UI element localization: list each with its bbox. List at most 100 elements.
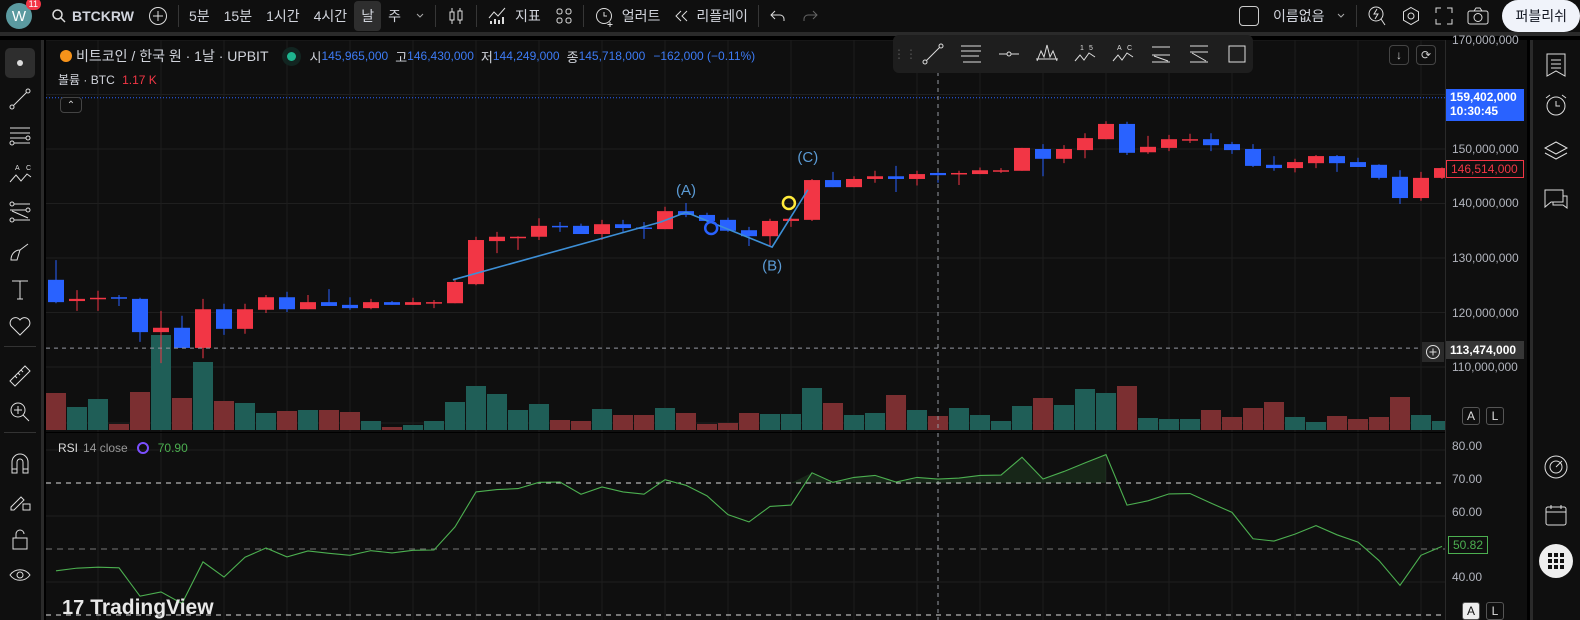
projection-button[interactable]: [1145, 39, 1177, 69]
forecast-tool[interactable]: [6, 198, 34, 226]
templates-button[interactable]: [548, 0, 580, 34]
zoom-in-tool[interactable]: [6, 398, 34, 426]
pattern-tool[interactable]: AC: [6, 160, 34, 188]
volume-bar: [970, 415, 990, 430]
hide-drawings-tool[interactable]: [6, 562, 34, 590]
screenshot-button[interactable]: [1460, 0, 1496, 34]
candle-body: [321, 302, 337, 306]
trend-line-tool[interactable]: [6, 85, 34, 113]
rsi-log-scale-button[interactable]: L: [1486, 602, 1504, 620]
lock-all-tool[interactable]: [6, 525, 34, 553]
price-chart-pane[interactable]: (A) (B) (C): [46, 40, 1445, 432]
scroll-to-latest-button[interactable]: ↓: [1389, 45, 1409, 65]
fib-button[interactable]: [955, 39, 987, 69]
timeframe-4h[interactable]: 4시간: [307, 0, 355, 34]
candle-body: [1413, 177, 1429, 199]
signals-button[interactable]: [1541, 452, 1571, 482]
settings-button[interactable]: [1394, 0, 1428, 34]
calendar-button[interactable]: [1541, 500, 1571, 530]
volume-bar: [718, 423, 738, 430]
indicators-button[interactable]: 지표: [480, 0, 548, 34]
log-scale-button[interactable]: L: [1486, 407, 1504, 425]
lock-drawings-tool[interactable]: [6, 487, 34, 515]
divider: [582, 5, 584, 27]
volume-bar: [109, 424, 129, 430]
volume-bar: [1117, 386, 1137, 430]
candle-body: [1182, 139, 1198, 141]
publish-button[interactable]: 퍼블리쉬: [1502, 0, 1580, 32]
wave-point-marker: [703, 220, 719, 236]
volume-label: 볼륨 · BTC: [58, 73, 115, 87]
undo-button[interactable]: [762, 0, 794, 34]
candle-body: [447, 281, 463, 304]
timeframe-5m[interactable]: 5분: [182, 0, 217, 34]
timeframe-1d[interactable]: 날: [354, 1, 382, 31]
rsi-pane[interactable]: [46, 433, 1445, 620]
object-tree-button[interactable]: [1541, 136, 1571, 166]
volume-bar: [88, 399, 108, 430]
volume-bar: [466, 386, 486, 430]
loading-icon: [136, 442, 149, 454]
candle-body: [1119, 123, 1135, 153]
quick-search-button[interactable]: [1360, 0, 1394, 34]
redo-button[interactable]: [794, 0, 826, 34]
layout-checkbox[interactable]: [1232, 0, 1266, 34]
candle-body: [216, 309, 232, 329]
undo-icon: [770, 10, 785, 21]
volume-bar: [319, 410, 339, 430]
magnet-tool[interactable]: [6, 450, 34, 478]
volume-bar: [634, 415, 654, 430]
head-shoulders-button[interactable]: [1031, 39, 1063, 69]
symbol-title[interactable]: 비트코인 / 한국 원 · 1날 · UPBIT: [76, 46, 269, 66]
elliott-impulse-button[interactable]: 15: [1069, 39, 1101, 69]
line-tool-button[interactable]: [917, 39, 949, 69]
axis-tick: 130,000,000: [1452, 251, 1519, 265]
rsi-label: RSI: [58, 441, 79, 455]
measure-tool[interactable]: [6, 362, 34, 390]
user-avatar[interactable]: W 11: [6, 0, 41, 29]
rsi-axis-tick: 40.00: [1452, 570, 1483, 584]
watchlist-button[interactable]: [1541, 50, 1571, 80]
chats-button[interactable]: [1541, 185, 1571, 215]
timeframe-dropdown[interactable]: [408, 0, 432, 34]
volume-bar: [1348, 419, 1368, 430]
apps-button[interactable]: [1539, 544, 1573, 578]
top-toolbar: W 11 BTCKRW 5분 15분 1시간 4시간 날 주 지표 얼러트 리플레…: [0, 0, 1580, 36]
layout-name-dropdown[interactable]: 이름없음: [1266, 0, 1354, 34]
reset-chart-button[interactable]: ⟳: [1416, 45, 1436, 65]
timeframe-1w[interactable]: 주: [381, 0, 408, 34]
chart-type-button[interactable]: [439, 0, 473, 34]
ray-button[interactable]: [993, 39, 1025, 69]
rectangle-button[interactable]: [1221, 39, 1253, 69]
cursor-tool[interactable]: [5, 48, 35, 78]
collapse-legend-button[interactable]: ⌃: [60, 97, 82, 113]
alert-button[interactable]: 얼러트: [587, 0, 668, 34]
volume-bar: [235, 403, 255, 430]
brush-tool[interactable]: [6, 238, 34, 266]
fullscreen-button[interactable]: [1428, 0, 1460, 34]
volume-bar: [1243, 408, 1263, 430]
fib-tool[interactable]: [6, 122, 34, 150]
rsi-auto-scale-button[interactable]: A: [1462, 602, 1480, 620]
alerts-button[interactable]: [1541, 90, 1571, 120]
timeframe-1h[interactable]: 1시간: [259, 0, 307, 34]
add-alert-button[interactable]: [1422, 342, 1444, 362]
drag-handle-icon[interactable]: ⋮⋮: [893, 39, 917, 69]
candle-body: [195, 309, 211, 348]
tradingview-logo[interactable]: 17 TradingView: [62, 596, 214, 620]
forecast-button[interactable]: [1183, 39, 1215, 69]
compare-symbol-button[interactable]: [141, 0, 175, 34]
symbol-search-button[interactable]: BTCKRW: [44, 0, 141, 34]
volume-bar: [424, 421, 444, 430]
svg-text:A: A: [15, 165, 20, 172]
timeframe-15m[interactable]: 15분: [217, 0, 259, 34]
text-tool[interactable]: [6, 276, 34, 304]
replay-button[interactable]: 리플레이: [667, 0, 755, 34]
elliott-correction-button[interactable]: AC: [1107, 39, 1139, 69]
rsi-chart: [46, 433, 1445, 620]
projection-icon: [9, 201, 31, 223]
icon-tool[interactable]: [6, 312, 34, 340]
auto-scale-button[interactable]: A: [1462, 407, 1480, 425]
price-axis[interactable]: 170,000,000 150,000,000 140,000,000 130,…: [1445, 33, 1527, 620]
rsi-overbought-fill: [518, 454, 1106, 483]
